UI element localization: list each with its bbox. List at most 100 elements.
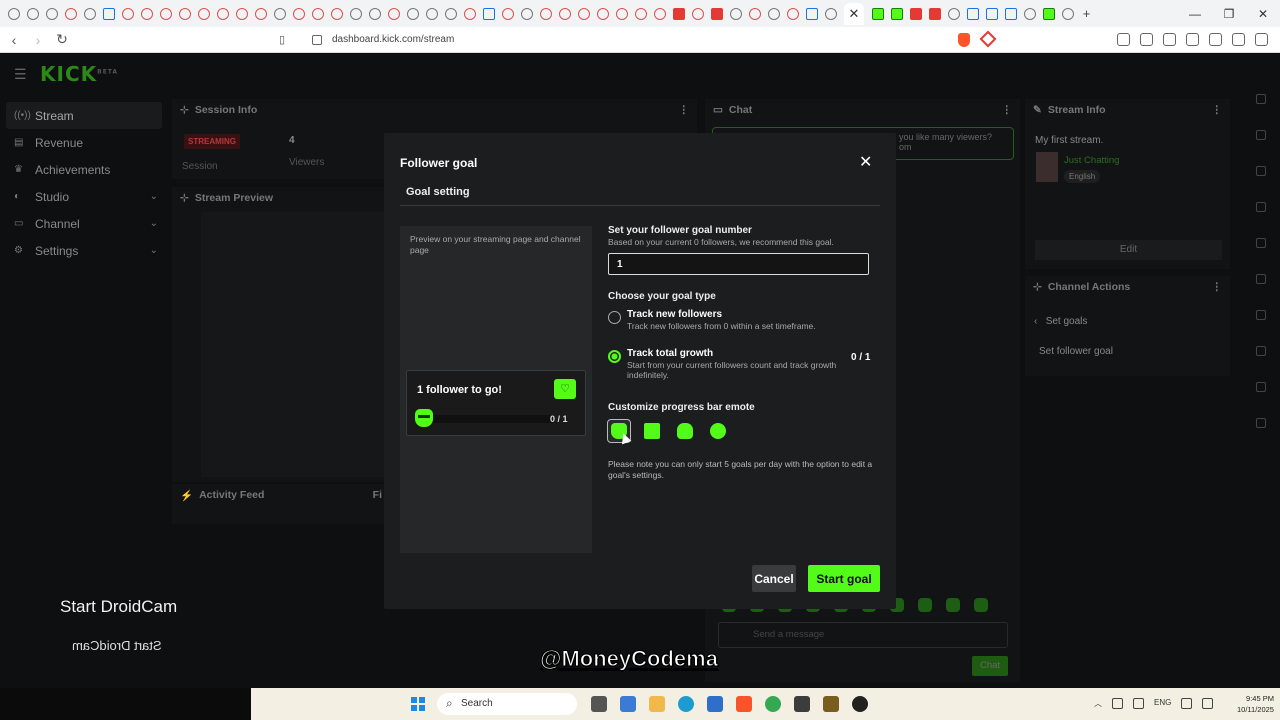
goal-type-option-new[interactable]: Track new followers Track new followers … (608, 309, 847, 331)
windows-start-icon[interactable] (411, 697, 425, 711)
tab-favicon[interactable] (252, 5, 270, 23)
extension-icon[interactable] (1232, 33, 1245, 46)
site-info-icon[interactable] (312, 34, 322, 45)
activity-filter[interactable]: Fi (373, 489, 382, 501)
taskbar-search[interactable]: Search (437, 693, 577, 715)
tab-favicon[interactable] (765, 5, 783, 23)
set-follower-goal-item[interactable]: Set follower goal (1039, 346, 1113, 357)
tab-favicon[interactable] (157, 5, 175, 23)
chrome-icon[interactable] (765, 696, 781, 712)
back-icon[interactable]: ‹ (4, 32, 24, 48)
tab-favicon[interactable] (385, 5, 403, 23)
chat-icon[interactable] (1256, 274, 1266, 284)
taskbar-clock[interactable]: 9:45 PM 10/11/2025 (1237, 693, 1274, 715)
goal-number-input[interactable] (608, 253, 869, 275)
tab-favicon[interactable] (727, 5, 745, 23)
extension-icon[interactable] (1163, 33, 1176, 46)
tab-favicon[interactable] (1040, 5, 1058, 23)
tab-favicon[interactable] (347, 5, 365, 23)
menu-icon[interactable] (1255, 33, 1268, 46)
volume-icon[interactable] (1202, 698, 1214, 709)
tab-favicon[interactable] (5, 5, 23, 23)
language-indicator[interactable]: ENG (1154, 698, 1171, 709)
wrench-icon[interactable] (1256, 382, 1266, 392)
category-link[interactable]: Just Chatting (1064, 155, 1119, 166)
task-view-icon[interactable] (591, 696, 607, 712)
puzzle-icon[interactable] (1256, 418, 1266, 428)
tab-favicon[interactable] (442, 5, 460, 23)
tab-favicon[interactable] (119, 5, 137, 23)
file-explorer-icon[interactable] (649, 696, 665, 712)
tab-favicon[interactable] (613, 5, 631, 23)
list-icon[interactable] (1256, 346, 1266, 356)
emote-icon[interactable] (974, 598, 988, 612)
obs-icon[interactable] (852, 696, 868, 712)
cancel-button[interactable]: Cancel (752, 565, 796, 592)
tab-favicon[interactable] (176, 5, 194, 23)
brave-icon[interactable] (736, 696, 752, 712)
tab-favicon[interactable] (366, 5, 384, 23)
tab-favicon[interactable] (926, 5, 944, 23)
brave-rewards-icon[interactable] (979, 30, 997, 48)
tab-favicon[interactable] (290, 5, 308, 23)
extension-icon[interactable] (1140, 33, 1153, 46)
tab-favicon[interactable] (423, 5, 441, 23)
bolt-icon[interactable] (1256, 202, 1266, 212)
extension-icon[interactable] (1186, 33, 1199, 46)
tab-favicon[interactable] (138, 5, 156, 23)
tab-favicon[interactable] (945, 5, 963, 23)
tab-favicon[interactable] (537, 5, 555, 23)
sidebar-item-channel[interactable]: ▭ Channel ⌄ (0, 210, 170, 237)
chevron-up-icon[interactable]: ︿ (1094, 698, 1102, 709)
close-icon[interactable]: ✕ (859, 152, 872, 172)
tab-favicon[interactable] (708, 5, 726, 23)
store-icon[interactable] (707, 696, 723, 712)
app-icon[interactable] (794, 696, 810, 712)
tab-favicon[interactable] (309, 5, 327, 23)
brave-shield-icon[interactable] (958, 33, 970, 47)
clip-icon[interactable] (1256, 238, 1266, 248)
tab-favicon[interactable] (43, 5, 61, 23)
tab-favicon[interactable] (1002, 5, 1020, 23)
tab-favicon[interactable] (869, 5, 887, 23)
emote-option-2[interactable] (641, 420, 663, 442)
emote-icon[interactable] (918, 598, 932, 612)
edit-icon[interactable] (1256, 130, 1266, 140)
app-icon[interactable] (823, 696, 839, 712)
sidebar-item-stream[interactable]: ((•)) Stream (6, 102, 162, 129)
tab-favicon[interactable] (24, 5, 42, 23)
more-icon[interactable]: ⋮ (679, 104, 690, 116)
tab-favicon[interactable] (594, 5, 612, 23)
tab-favicon[interactable] (404, 5, 422, 23)
more-icon[interactable]: ⋮ (1212, 104, 1223, 116)
minimize-icon[interactable]: — (1178, 7, 1212, 21)
maximize-icon[interactable]: ❐ (1212, 7, 1246, 21)
reload-icon[interactable]: ↻ (52, 31, 72, 48)
tab-favicon[interactable] (518, 5, 536, 23)
tab-favicon[interactable] (195, 5, 213, 23)
tab-favicon[interactable] (632, 5, 650, 23)
edit-button[interactable]: Edit (1035, 240, 1222, 260)
tab-favicon[interactable] (575, 5, 593, 23)
tab-close-icon[interactable]: ✕ (844, 2, 864, 25)
tab-favicon[interactable] (983, 5, 1001, 23)
tab-favicon[interactable] (1059, 5, 1077, 23)
tab-favicon[interactable] (1021, 5, 1039, 23)
sidebar-item-studio[interactable]: ◐ Studio ⌄ (0, 183, 170, 210)
tab-favicon[interactable] (964, 5, 982, 23)
tab-favicon[interactable] (556, 5, 574, 23)
info-icon[interactable] (1256, 94, 1266, 104)
sidebar-item-revenue[interactable]: ▤ Revenue (0, 129, 170, 156)
widgets-icon[interactable] (620, 696, 636, 712)
new-tab-icon[interactable]: + (1078, 5, 1096, 23)
tab-favicon[interactable] (670, 5, 688, 23)
tab-favicon[interactable] (499, 5, 517, 23)
radio-selected[interactable] (608, 350, 621, 363)
wifi-icon[interactable] (1181, 698, 1193, 709)
forward-icon[interactable]: › (28, 32, 48, 48)
goal-type-option-total[interactable]: Track total growth Start from your curre… (608, 348, 847, 380)
camera-icon[interactable] (1256, 166, 1266, 176)
start-goal-button[interactable]: Start goal (808, 565, 880, 592)
tab-favicon[interactable] (328, 5, 346, 23)
tab-favicon[interactable] (907, 5, 925, 23)
